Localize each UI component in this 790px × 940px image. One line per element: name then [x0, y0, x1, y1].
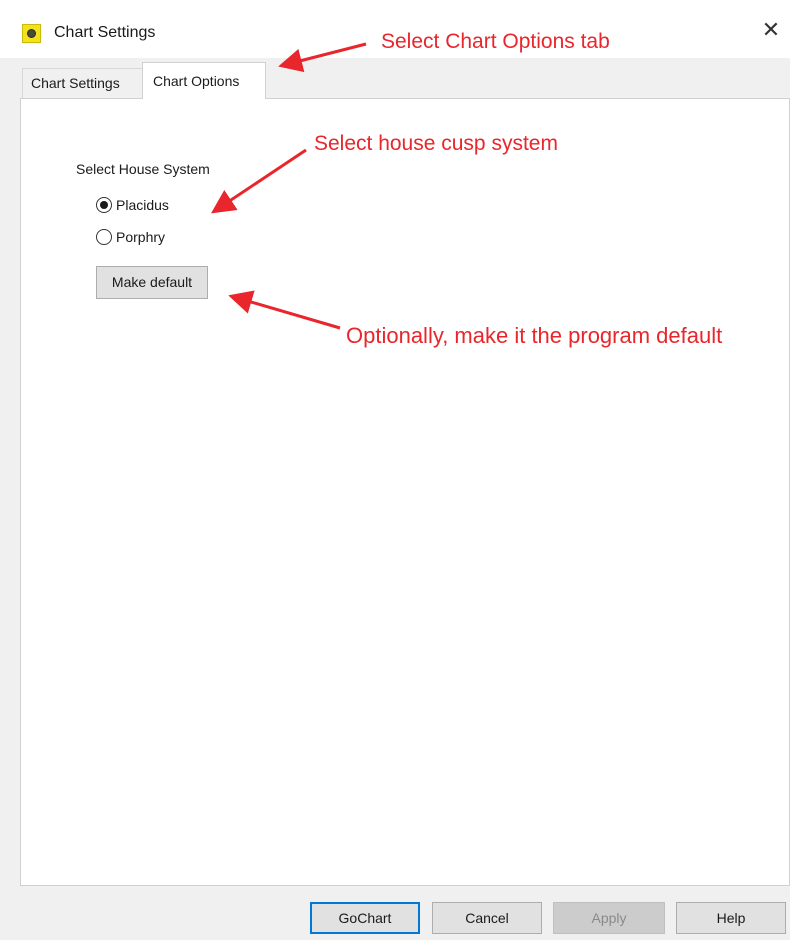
chart-settings-window: Chart Settings ✕ Chart Settings Chart Op…: [0, 0, 790, 940]
tab-chart-settings[interactable]: Chart Settings: [22, 68, 144, 98]
radio-button-unchecked[interactable]: [96, 229, 112, 245]
make-default-button[interactable]: Make default: [96, 266, 208, 299]
gochart-button[interactable]: GoChart: [310, 902, 420, 934]
cancel-button[interactable]: Cancel: [432, 902, 542, 934]
window-title: Chart Settings: [54, 24, 156, 41]
annotation-select-tab: Select Chart Options tab: [381, 30, 610, 53]
radio-porphry[interactable]: Porphry: [96, 229, 165, 245]
annotation-make-default: Optionally, make it the program default: [346, 323, 723, 348]
radio-label-porphry: Porphry: [116, 229, 166, 245]
annotation-select-cusp: Select house cusp system: [314, 132, 558, 155]
help-button[interactable]: Help: [676, 902, 786, 934]
tab-chart-options[interactable]: Chart Options: [142, 62, 266, 99]
close-icon[interactable]: ✕: [756, 18, 786, 44]
radio-button-checked[interactable]: [96, 197, 112, 213]
apply-button[interactable]: Apply: [553, 902, 665, 934]
house-system-label: Select House System: [76, 161, 210, 177]
tab-panel: [20, 98, 790, 886]
radio-label-placidus: Placidus: [116, 197, 169, 213]
app-icon: [22, 24, 41, 43]
radio-placidus[interactable]: Placidus: [96, 197, 169, 213]
